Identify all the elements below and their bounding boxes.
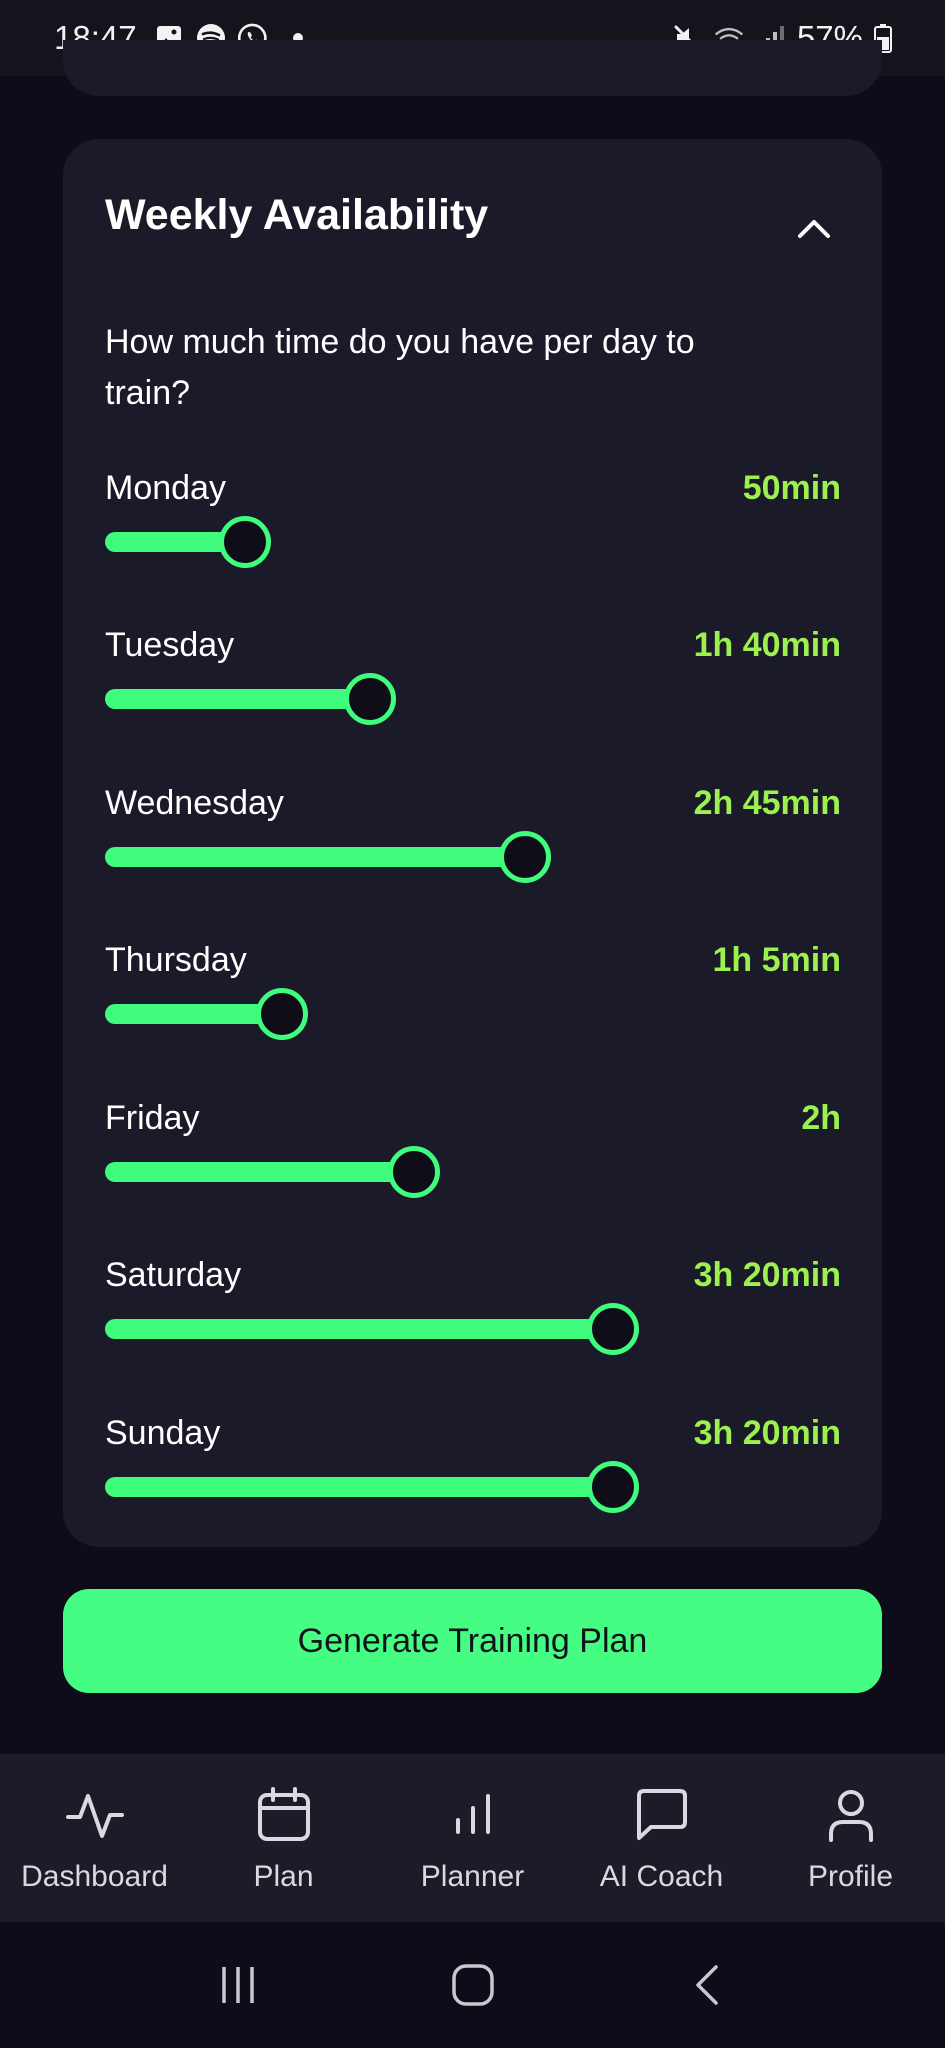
slider-fill: [105, 689, 370, 709]
day-row-tuesday: Tuesday 1h 40min: [105, 626, 841, 746]
day-value: 1h 40min: [693, 626, 841, 664]
day-value: 50min: [742, 469, 841, 507]
tuesday-slider[interactable]: [105, 670, 841, 726]
slider-thumb[interactable]: [586, 1461, 639, 1513]
day-label: Sunday: [105, 1414, 221, 1452]
back-arrow-icon: [695, 1965, 718, 2005]
nav-item-ai-coach[interactable]: AI Coach: [567, 1754, 756, 1922]
slider-thumb[interactable]: [218, 516, 271, 568]
day-label: Friday: [105, 1099, 200, 1137]
day-label: Tuesday: [105, 626, 235, 664]
chevron-up-icon[interactable]: [794, 209, 834, 249]
slider-fill: [105, 1477, 613, 1497]
day-row-saturday: Saturday 3h 20min: [105, 1256, 841, 1376]
day-value: 3h 20min: [693, 1256, 841, 1294]
weekly-availability-card: Weekly Availability How much time do you…: [63, 139, 882, 1547]
generate-training-plan-button[interactable]: Generate Training Plan: [63, 1589, 882, 1693]
nav-label: AI Coach: [599, 1860, 724, 1893]
bar-chart-icon: [455, 1794, 490, 1834]
slider-thumb[interactable]: [343, 673, 396, 725]
monday-slider[interactable]: [105, 513, 841, 569]
chat-icon: [636, 1789, 687, 1840]
home-button[interactable]: [443, 1955, 503, 2015]
nav-item-plan[interactable]: Plan: [189, 1754, 378, 1922]
slider-fill: [105, 1162, 415, 1182]
day-value: 3h 20min: [693, 1414, 841, 1452]
day-row-monday: Monday 50min: [105, 469, 841, 589]
day-row-thursday: Thursday 1h 5min: [105, 941, 841, 1061]
recents-icon: [221, 1967, 254, 2003]
day-value: 2h: [801, 1099, 841, 1137]
bottom-nav: Dashboard Plan Planner AI Coach Profile: [0, 1754, 945, 1922]
nav-label: Profile: [807, 1860, 894, 1893]
thursday-slider[interactable]: [105, 985, 841, 1041]
nav-item-profile[interactable]: Profile: [756, 1754, 945, 1922]
slider-fill: [105, 847, 525, 867]
day-row-sunday: Sunday 3h 20min: [105, 1414, 841, 1534]
day-row-friday: Friday 2h: [105, 1099, 841, 1219]
nav-label: Planner: [420, 1860, 525, 1893]
home-icon: [451, 1964, 494, 2006]
recent-apps-button[interactable]: [208, 1955, 268, 2015]
day-label: Thursday: [105, 941, 247, 979]
friday-slider[interactable]: [105, 1143, 841, 1199]
day-value: 2h 45min: [693, 784, 841, 822]
slider-thumb[interactable]: [586, 1303, 639, 1355]
availability-question: How much time do you have per day to tra…: [105, 323, 695, 412]
slider-thumb[interactable]: [388, 1146, 441, 1198]
saturday-slider[interactable]: [105, 1300, 841, 1356]
sunday-slider[interactable]: [105, 1458, 841, 1514]
activity-icon: [65, 1794, 124, 1838]
nav-item-dashboard[interactable]: Dashboard: [0, 1754, 189, 1922]
user-icon: [828, 1790, 873, 1842]
slider-thumb[interactable]: [255, 988, 308, 1040]
previous-card: [63, 40, 882, 96]
slider-fill: [105, 1319, 613, 1339]
system-nav: [0, 1922, 945, 2048]
day-value: 1h 5min: [712, 941, 841, 979]
back-button[interactable]: [678, 1955, 738, 2015]
day-row-wednesday: Wednesday 2h 45min: [105, 784, 841, 904]
nav-label: Dashboard: [21, 1860, 168, 1893]
nav-label: Plan: [253, 1860, 314, 1893]
day-label: Saturday: [105, 1256, 242, 1294]
slider-thumb[interactable]: [498, 831, 551, 883]
wednesday-slider[interactable]: [105, 828, 841, 884]
day-label: Wednesday: [105, 784, 284, 822]
nav-item-planner[interactable]: Planner: [378, 1754, 567, 1922]
card-title: Weekly Availability: [105, 191, 489, 239]
day-label: Monday: [105, 469, 226, 507]
calendar-icon: [257, 1787, 310, 1841]
